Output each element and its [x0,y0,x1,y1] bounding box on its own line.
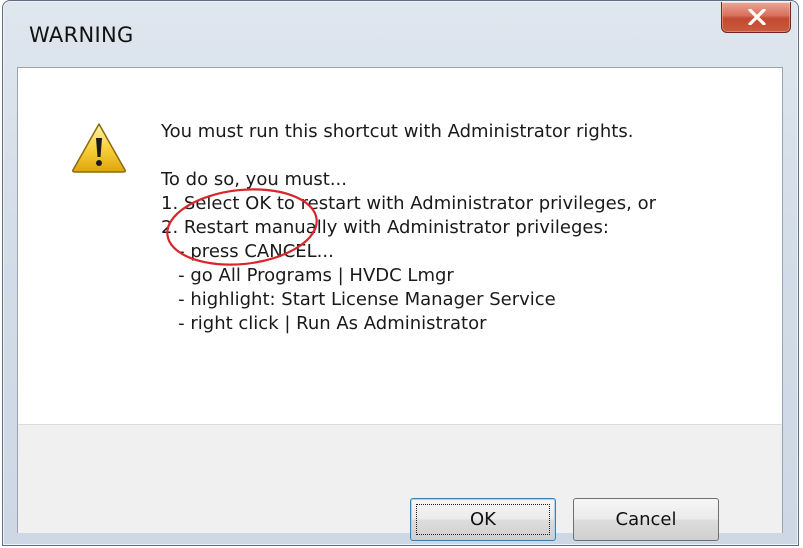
ok-button[interactable]: OK [410,498,556,541]
message-line: - highlight: Start License Manager Servi… [161,289,556,310]
warning-icon [72,123,126,173]
message-line-blank [161,144,771,168]
message-line: - right click | Run As Administrator [161,313,487,334]
dialog-title: WARNING [29,23,134,47]
cancel-button-label: Cancel [615,509,677,530]
cancel-button[interactable]: Cancel [573,498,719,541]
close-icon [748,9,766,25]
message-line: You must run this shortcut with Administ… [161,121,634,142]
close-button[interactable] [721,2,791,33]
message-line: To do so, you must... [161,169,348,190]
message-line: 2. Restart manually with Administrator p… [161,217,609,238]
dialog-client-area: You must run this shortcut with Administ… [17,67,783,541]
message-line: 1. Select OK to restart with Administrat… [161,193,656,214]
message-area: You must run this shortcut with Administ… [18,68,782,424]
button-bar: OK Cancel [18,424,782,541]
warning-dialog-window: WARNING You must run this shortcut with … [2,0,799,546]
title-bar[interactable]: WARNING [3,1,798,67]
message-line: - press CANCEL... [161,241,334,262]
message-text: You must run this shortcut with Administ… [161,120,771,336]
message-line: - go All Programs | HVDC Lmgr [161,265,454,286]
ok-button-label: OK [470,509,496,530]
